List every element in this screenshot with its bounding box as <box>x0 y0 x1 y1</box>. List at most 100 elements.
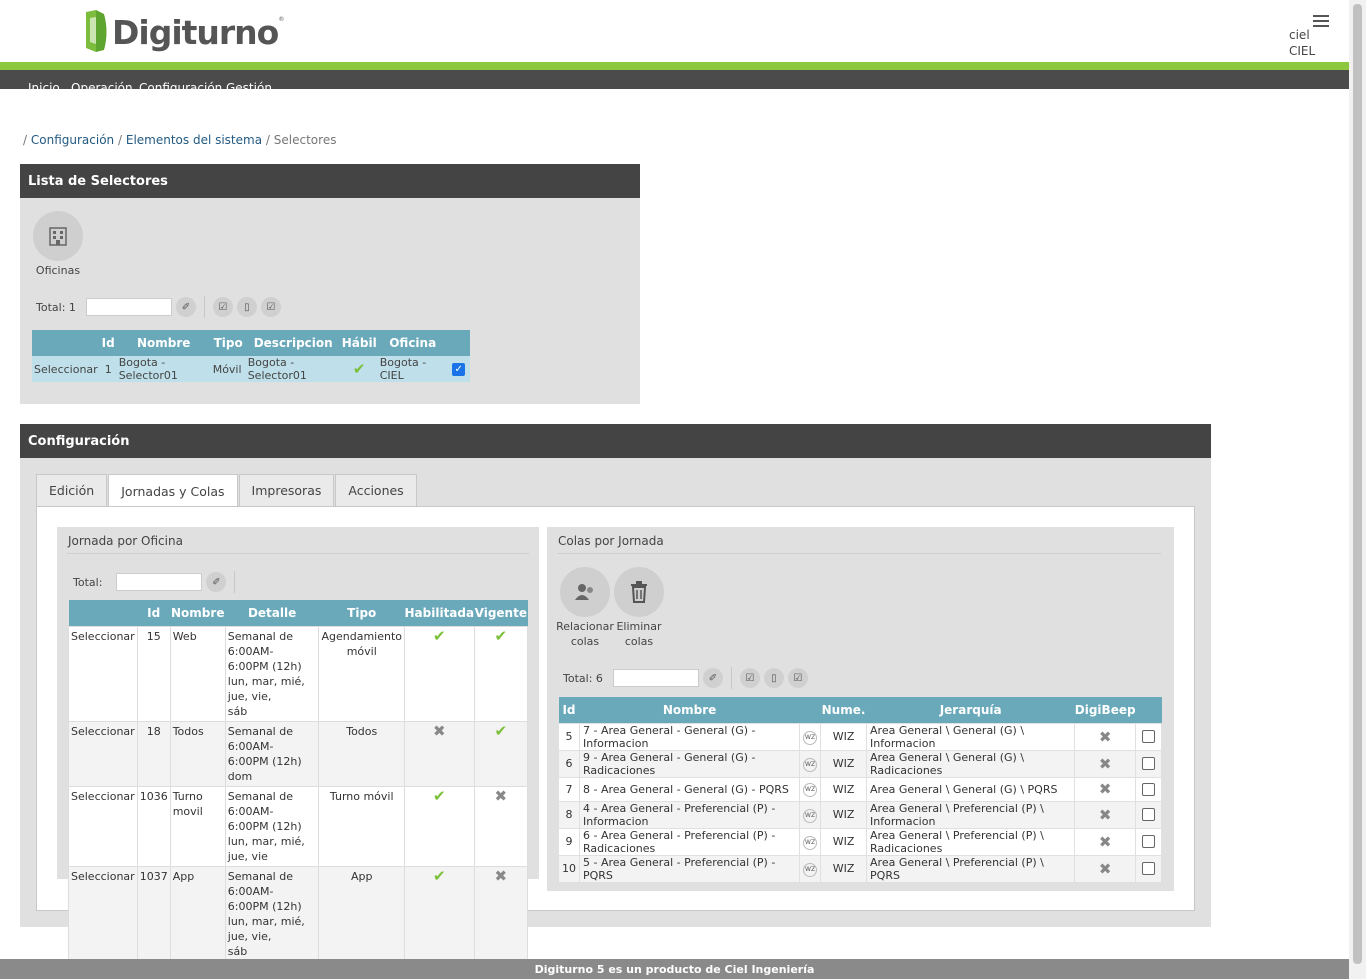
table-row[interactable]: 84 - Area General - Preferencial (P) - I… <box>558 800 1162 829</box>
col-nombre[interactable]: Nombre <box>579 697 800 723</box>
select-all-icon[interactable]: ☑ <box>739 668 760 688</box>
clear-filter-icon[interactable]: ✐ <box>206 572 227 592</box>
detalle-line: 6:00PM (12h) <box>227 899 302 913</box>
invert-selection-icon[interactable]: ☑ <box>260 297 281 317</box>
cross-icon[interactable]: ✖ <box>1099 728 1112 746</box>
cross-icon[interactable]: ✖ <box>1099 780 1112 798</box>
user-info[interactable]: ciel CIEL <box>1289 27 1315 59</box>
tab-edicion[interactable]: Edición <box>36 474 108 506</box>
select-link[interactable]: Seleccionar <box>68 720 138 787</box>
wiz-icon: WZ <box>803 757 818 772</box>
breadcrumb-configuracion[interactable]: Configuración <box>31 133 114 147</box>
cross-icon[interactable]: ✖ <box>1099 806 1112 824</box>
digiturno-logo[interactable]: Digiturno ® <box>82 8 284 56</box>
cell-nombre: 5 - Area General - Preferencial (P) - PQ… <box>578 854 801 883</box>
nav-inicio[interactable]: Inicio <box>28 81 60 89</box>
clear-filter-icon[interactable]: ✐ <box>702 668 723 688</box>
table-row[interactable]: 78 - Area General - General (G) - PQRS WZ… <box>558 776 1162 802</box>
col-descripcion[interactable]: Descripcion <box>245 330 341 356</box>
invert-selection-icon[interactable]: ☑ <box>787 668 808 688</box>
col-select <box>68 600 138 626</box>
search-input[interactable] <box>116 573 203 591</box>
table-row[interactable]: Seleccionar 15 Web Semanal de 6:00AM- 6:00PM… <box>68 625 529 722</box>
cross-icon[interactable]: ✖ <box>1099 833 1112 851</box>
cell-wiz: WZ <box>799 800 822 829</box>
row-checkbox[interactable] <box>1142 782 1156 796</box>
table-row[interactable]: 10 5 - Area General - Preferencial (P) - … <box>558 854 1162 883</box>
select-link[interactable]: Seleccionar <box>32 356 100 382</box>
search-input[interactable] <box>85 298 172 316</box>
select-link[interactable]: Seleccionar <box>68 865 138 962</box>
cell-vigente: ✖ <box>473 865 529 962</box>
cell-id: 18 <box>136 720 171 787</box>
col-tipo[interactable]: Tipo <box>318 600 405 626</box>
breadcrumb-elementos[interactable]: Elementos del sistema <box>126 133 262 147</box>
cell-digibeep: ✖ <box>1074 776 1137 802</box>
cross-icon[interactable]: ✖ <box>1099 755 1112 773</box>
col-digibeep[interactable]: DigiBeep <box>1074 697 1136 723</box>
table-row[interactable]: 57 - Area General - General (G) - Inform… <box>558 722 1162 751</box>
row-checkbox[interactable] <box>1142 808 1156 822</box>
table-row[interactable]: 69 - Area General - General (G) - Radica… <box>558 749 1162 778</box>
tab-impresoras[interactable]: Impresoras <box>238 474 335 506</box>
cell-detalle: Semanal de 6:00AM- 6:00PM (12h) lun, mar, … <box>224 785 320 867</box>
cell-id: 9 <box>558 827 580 856</box>
col-tipo[interactable]: Tipo <box>210 330 246 356</box>
eliminar-colas-label: Eliminar colas <box>616 620 662 648</box>
tab-jornadas-colas[interactable]: Jornadas y Colas <box>108 474 238 507</box>
col-habilitada[interactable]: Habilitada <box>404 600 475 626</box>
col-detalle[interactable]: Detalle <box>225 600 319 626</box>
clear-filter-icon[interactable]: ✐ <box>175 297 196 317</box>
row-checkbox[interactable]: ✓ <box>452 362 466 376</box>
cell-wiz: WZ <box>799 776 822 802</box>
table-row[interactable]: Seleccionar 1037 App Semanal de 6:00AM- 6:00… <box>68 865 529 962</box>
select-all-icon[interactable]: ☑ <box>212 297 233 317</box>
col-habil[interactable]: Hábil <box>340 330 378 356</box>
row-checkbox[interactable] <box>1142 835 1156 849</box>
oficinas-button[interactable] <box>33 211 83 261</box>
eliminar-colas-button[interactable] <box>614 567 664 617</box>
wiz-icon: WZ <box>803 808 818 823</box>
nav-gestion[interactable]: Gestión <box>226 81 272 89</box>
select-none-icon[interactable]: ▯ <box>236 297 257 317</box>
col-nombre[interactable]: Nombre <box>170 600 226 626</box>
select-link[interactable]: Seleccionar <box>68 625 138 722</box>
colas-section: Colas por Jornada Relacionar colas Elimi… <box>547 527 1174 891</box>
relacionar-colas-button[interactable] <box>560 567 610 617</box>
col-id[interactable]: Id <box>137 600 171 626</box>
nav-configuracion[interactable]: Configuración <box>139 81 222 89</box>
cell-digibeep: ✖ <box>1074 854 1137 883</box>
row-checkbox[interactable] <box>1142 730 1156 744</box>
nav-operacion[interactable]: Operación <box>71 81 133 89</box>
cell-detalle: Semanal de 6:00AM- 6:00PM (12h) lun, mar, … <box>224 865 320 962</box>
col-oficina[interactable]: Oficina <box>377 330 448 356</box>
col-nombre[interactable]: Nombre <box>116 330 211 356</box>
col-nume[interactable]: Nume. <box>820 697 867 723</box>
col-id[interactable]: Id <box>558 697 580 723</box>
row-checkbox[interactable] <box>1142 862 1156 876</box>
jornada-toolbar: Total: ✐ <box>73 571 239 593</box>
tab-acciones[interactable]: Acciones <box>335 474 417 506</box>
table-row[interactable]: Seleccionar 18 Todos Semanal de 6:00AM- 6:00… <box>68 720 529 787</box>
col-vigente[interactable]: Vigente <box>474 600 528 626</box>
select-none-icon[interactable]: ▯ <box>763 668 784 688</box>
selectores-panel: Lista de Selectores Oficinas Total: 1 ✐ … <box>20 164 640 404</box>
cell-nombre: 8 - Area General - General (G) - PQRS <box>578 776 801 802</box>
cross-icon: ✖ <box>494 866 508 885</box>
cross-icon[interactable]: ✖ <box>1099 860 1112 878</box>
select-link[interactable]: Seleccionar <box>68 785 138 867</box>
vertical-scrollbar[interactable] <box>1349 0 1366 979</box>
table-row[interactable]: Seleccionar 1 Bogota - Selector01 Móvil … <box>32 356 470 382</box>
table-row[interactable]: Seleccionar 1036 Turno movil Semanal de 6:0… <box>68 785 529 867</box>
col-jerarquia[interactable]: Jerarquía <box>866 697 1075 723</box>
hamburger-menu-icon[interactable] <box>1313 15 1329 27</box>
scrollbar-thumb[interactable] <box>1353 4 1362 964</box>
search-input[interactable] <box>612 669 699 687</box>
col-id[interactable]: Id <box>99 330 117 356</box>
cell-checkbox <box>1135 854 1162 883</box>
table-row[interactable]: 96 - Area General - Preferencial (P) - R… <box>558 827 1162 856</box>
cell-nume: WIZ <box>820 854 868 883</box>
row-checkbox[interactable] <box>1142 757 1156 771</box>
wiz-icon: WZ <box>803 862 818 877</box>
cell-jerarquia: Area General \ General (G) \ Informacion <box>866 722 1076 751</box>
